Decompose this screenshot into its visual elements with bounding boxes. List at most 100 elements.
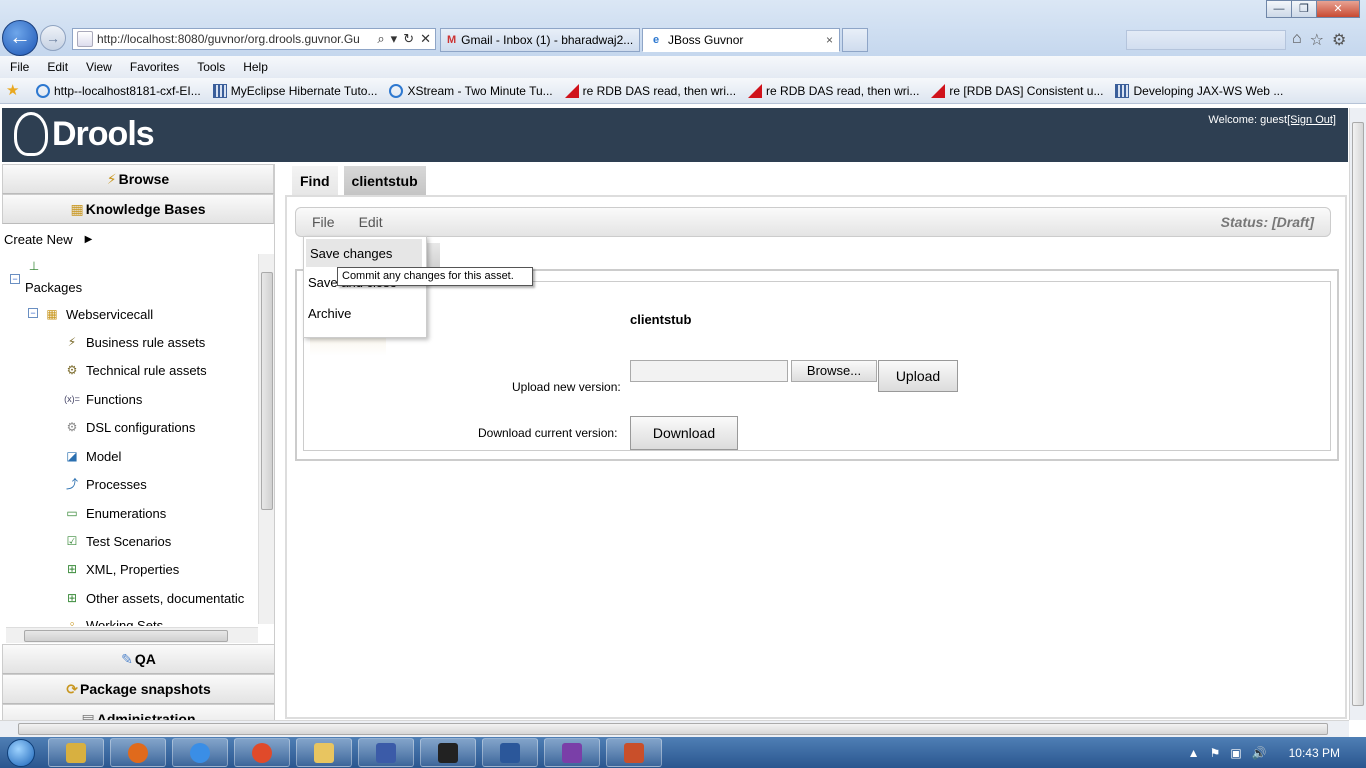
tree-horizontal-scrollbar[interactable] <box>6 627 258 643</box>
collapse-toggle-icon[interactable]: − <box>10 274 20 284</box>
favorite-link[interactable]: re RDB DAS read, then wri... <box>748 83 919 98</box>
menu-file[interactable]: File <box>10 60 29 74</box>
favorite-link[interactable]: Developing JAX-WS Web ... <box>1115 83 1283 98</box>
tree-item-functions[interactable]: (x)= Functions <box>64 391 142 407</box>
tree-item-working-sets[interactable]: ♀ Working Sets <box>64 617 164 627</box>
close-tab-icon[interactable]: × <box>818 33 833 47</box>
tree-item-business-rules[interactable]: ⚡ Business rule assets <box>64 334 205 350</box>
tab-gmail[interactable]: M Gmail - Inbox (1) - bharadwaj2... <box>440 28 640 52</box>
accordion-administration[interactable]: ▤ Administration <box>2 704 274 721</box>
qa-icon: ✎ <box>121 650 133 667</box>
file-path-input[interactable] <box>630 360 788 382</box>
home-icon[interactable]: ⌂ <box>1292 30 1302 50</box>
favorite-link[interactable]: MyEclipse Hibernate Tuto... <box>212 83 377 98</box>
tab-clientstub[interactable]: clientstub <box>343 166 426 196</box>
dsl-gear-icon: ⚙ <box>66 420 78 434</box>
tray-expand-icon[interactable]: ▲ <box>1188 746 1200 760</box>
taskbar-app-eclipse[interactable] <box>358 738 414 767</box>
settings-gear-icon[interactable]: ⚙ <box>1332 30 1346 50</box>
scroll-thumb[interactable] <box>18 723 1328 735</box>
tree-vertical-scrollbar[interactable] <box>258 254 274 624</box>
tree-item-technical-rules[interactable]: ⚙ Technical rule assets <box>64 362 207 378</box>
stop-icon[interactable]: ✕ <box>420 31 431 47</box>
taskbar-app-folder[interactable] <box>296 738 352 767</box>
accordion-package-snapshots[interactable]: ⟳ Package snapshots <box>2 674 274 704</box>
tree-item-dsl[interactable]: ⚙ DSL configurations <box>64 419 196 435</box>
toolbar-file-menu[interactable]: File <box>312 214 335 230</box>
taskbar-app-paint[interactable] <box>544 738 600 767</box>
page-horizontal-scrollbar[interactable] <box>0 720 1349 737</box>
tree-item-processes[interactable]: ⤴ Processes <box>64 476 147 492</box>
url-text[interactable]: http://localhost:8080/guvnor/org.drools.… <box>97 32 373 46</box>
enumeration-icon: ▭ <box>66 506 78 520</box>
menu-item-save-changes[interactable]: Save changes <box>306 239 422 267</box>
browse-button[interactable]: Browse... <box>791 360 877 382</box>
taskbar-app-ie[interactable] <box>172 738 228 767</box>
favorite-link[interactable]: re [RDB DAS] Consistent u... <box>931 83 1103 98</box>
taskbar-app-chrome[interactable] <box>234 738 290 767</box>
minimize-button[interactable]: — <box>1266 0 1292 18</box>
ie-icon <box>389 83 404 98</box>
favorite-link[interactable]: http--localhost8181-cxf-EI... <box>36 83 201 98</box>
taskbar-app-firefox[interactable] <box>110 738 166 767</box>
scroll-thumb[interactable] <box>1352 122 1364 706</box>
admin-icon: ▤ <box>81 710 95 721</box>
tab-label: JBoss Guvnor <box>668 33 744 47</box>
accordion-knowledge-bases[interactable]: ▦ Knowledge Bases <box>2 194 274 224</box>
tree-item-enumerations[interactable]: ▭ Enumerations <box>64 505 166 521</box>
scroll-thumb[interactable] <box>24 630 228 642</box>
taskbar-app-word[interactable] <box>482 738 538 767</box>
ie-icon: e <box>652 34 660 46</box>
create-new-menu[interactable]: Create New ▶ <box>2 224 274 254</box>
favorite-link[interactable]: XStream - Two Minute Tu... <box>389 83 553 98</box>
download-button[interactable]: Download <box>630 416 738 450</box>
search-icon[interactable]: ⌕ <box>377 31 384 47</box>
editor-content: clientstub Upload new version: Browse...… <box>303 281 1331 451</box>
new-tab-button[interactable] <box>842 28 868 52</box>
accordion-browse[interactable]: ⚡ Browse <box>2 164 274 194</box>
start-button[interactable] <box>0 737 42 768</box>
status-badge: Status: [Draft] <box>1220 214 1314 230</box>
dropdown-icon[interactable]: ▾ <box>391 31 398 47</box>
menu-view[interactable]: View <box>86 60 112 74</box>
scroll-thumb[interactable] <box>261 272 273 510</box>
action-center-flag-icon[interactable]: ⚑ <box>1210 746 1221 760</box>
page-vertical-scrollbar[interactable] <box>1349 108 1366 720</box>
refresh-icon[interactable]: ↻ <box>403 31 414 47</box>
tree-node-packages[interactable]: Packages <box>25 280 82 295</box>
tab-jboss-guvnor[interactable]: e JBoss Guvnor × <box>642 28 840 52</box>
taskbar-app-explorer[interactable] <box>48 738 104 767</box>
sign-out-link[interactable]: [Sign Out] <box>1287 114 1336 126</box>
tab-find[interactable]: Find <box>292 166 338 196</box>
volume-icon[interactable]: 🔊 <box>1252 746 1267 760</box>
menu-favorites[interactable]: Favorites <box>130 60 179 74</box>
tree-item-model[interactable]: ◪ Model <box>64 448 121 464</box>
address-bar[interactable]: http://localhost:8080/guvnor/org.drools.… <box>72 28 436 50</box>
menu-item-archive[interactable]: Archive <box>304 298 426 329</box>
accordion-qa[interactable]: ✎ QA <box>2 644 274 674</box>
toolbar-edit-menu[interactable]: Edit <box>359 214 383 230</box>
back-button[interactable]: ← <box>2 20 38 56</box>
clock[interactable]: 10:43 PM <box>1289 746 1340 760</box>
favorites-star-icon[interactable]: ★ <box>6 83 20 98</box>
triangle-right-icon: ▶ <box>84 233 93 245</box>
tree-node-webservicecall[interactable]: ▦ Webservicecall <box>44 306 153 322</box>
menu-help[interactable]: Help <box>243 60 268 74</box>
network-icon[interactable]: ▣ <box>1230 746 1241 760</box>
browser-search-input[interactable] <box>1126 30 1286 50</box>
java-icon <box>624 742 644 763</box>
tree-item-xml-properties[interactable]: ⊞ XML, Properties <box>64 561 179 577</box>
menu-edit[interactable]: Edit <box>47 60 68 74</box>
tree-item-test-scenarios[interactable]: ☑ Test Scenarios <box>64 533 172 549</box>
forward-button[interactable]: → <box>40 25 66 51</box>
tree-item-other-assets[interactable]: ⊞ Other assets, documentatic <box>64 590 244 606</box>
collapse-toggle-icon[interactable]: − <box>28 308 38 318</box>
favorites-star-icon[interactable]: ☆ <box>1310 30 1324 50</box>
close-window-button[interactable]: ✕ <box>1316 0 1360 18</box>
favorite-link[interactable]: re RDB DAS read, then wri... <box>564 83 736 98</box>
upload-button[interactable]: Upload <box>878 360 958 392</box>
taskbar-app-cmd[interactable] <box>420 738 476 767</box>
maximize-button[interactable]: ❐ <box>1291 0 1317 18</box>
taskbar-app-java[interactable] <box>606 738 662 767</box>
menu-tools[interactable]: Tools <box>197 60 225 74</box>
